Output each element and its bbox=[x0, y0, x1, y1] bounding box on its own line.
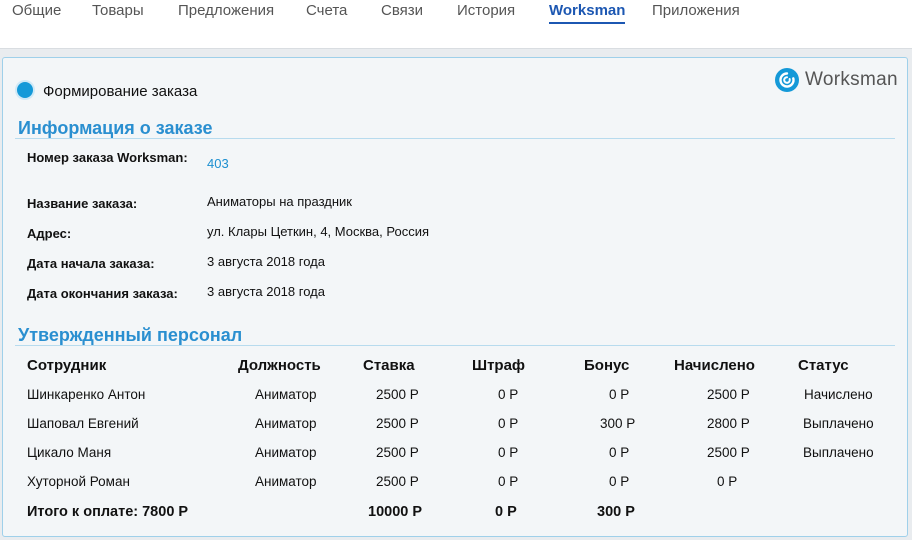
column-header-status: Статус bbox=[798, 357, 849, 374]
position-cell: Аниматор bbox=[255, 474, 317, 489]
address-value: ул. Клары Цеткин, 4, Москва, Россия bbox=[207, 224, 430, 239]
column-header-rate: Ставка bbox=[363, 357, 415, 374]
employee-cell: Шаповал Евгений bbox=[27, 416, 139, 431]
order-number-link[interactable]: 403 bbox=[207, 156, 229, 171]
rate-cell: 2500 Р bbox=[376, 387, 419, 402]
accrued-cell: 0 Р bbox=[717, 474, 738, 489]
rate-cell: 2500 Р bbox=[376, 445, 419, 460]
tab-products[interactable]: Товары bbox=[92, 2, 144, 19]
tab-invoices[interactable]: Счета bbox=[306, 2, 347, 19]
column-header-position: Должность bbox=[238, 357, 321, 374]
status-cell: Выплачено bbox=[803, 416, 874, 431]
tab-attachments[interactable]: Приложения bbox=[652, 2, 740, 19]
order-number-label: Номер заказа Worksman: bbox=[27, 150, 188, 165]
end-date-label: Дата окончания заказа: bbox=[27, 286, 178, 301]
column-header-penalty: Штраф bbox=[472, 357, 526, 374]
worksman-logo-text: Worksman bbox=[805, 69, 898, 90]
order-info-divider bbox=[15, 138, 895, 139]
worksman-logo-icon bbox=[775, 68, 799, 92]
employee-cell: Шинкаренко Антон bbox=[27, 387, 146, 402]
worksman-logo: Worksman bbox=[775, 67, 898, 95]
start-date-value: 3 августа 2018 года bbox=[207, 254, 325, 269]
penalty-cell: 0 Р bbox=[498, 445, 519, 460]
total-rate: 10000 Р bbox=[368, 504, 423, 520]
employee-cell: Хуторной Роман bbox=[27, 474, 130, 489]
accrued-cell: 2500 Р bbox=[707, 387, 750, 402]
total-bonus: 300 Р bbox=[597, 504, 635, 520]
tab-worksman[interactable]: Worksman bbox=[549, 2, 626, 24]
position-cell: Аниматор bbox=[255, 416, 317, 431]
penalty-cell: 0 Р bbox=[498, 474, 519, 489]
penalty-cell: 0 Р bbox=[498, 387, 519, 402]
bonus-cell: 300 Р bbox=[600, 416, 636, 431]
form-radio-button[interactable] bbox=[17, 82, 33, 98]
employee-cell: Цикало Маня bbox=[27, 445, 112, 460]
order-name-value: Аниматоры на праздник bbox=[207, 194, 352, 209]
order-name-label: Название заказа: bbox=[27, 196, 138, 211]
end-date-value: 3 августа 2018 года bbox=[207, 284, 325, 299]
tab-history[interactable]: История bbox=[457, 2, 515, 19]
column-header-employee: Сотрудник bbox=[27, 357, 107, 374]
order-info-title: Информация о заказе bbox=[18, 118, 213, 138]
penalty-cell: 0 Р bbox=[498, 416, 519, 431]
rate-cell: 2500 Р bbox=[376, 416, 419, 431]
tab-worksman-label: Worksman bbox=[549, 2, 626, 19]
accrued-cell: 2800 Р bbox=[707, 416, 750, 431]
rate-cell: 2500 Р bbox=[376, 474, 419, 489]
column-header-bonus: Бонус bbox=[584, 357, 630, 374]
status-cell: Начислено bbox=[804, 387, 873, 402]
worksman-panel: Формирование заказа Worksman Информация … bbox=[2, 57, 908, 537]
staff-divider bbox=[15, 345, 895, 346]
status-cell: Выплачено bbox=[803, 445, 874, 460]
bonus-cell: 0 Р bbox=[609, 445, 630, 460]
form-label: Формирование заказа bbox=[43, 83, 198, 100]
bonus-cell: 0 Р bbox=[609, 474, 630, 489]
active-tab-underline bbox=[549, 22, 626, 24]
accrued-cell: 2500 Р bbox=[707, 445, 750, 460]
start-date-label: Дата начала заказа: bbox=[27, 256, 155, 271]
tab-links[interactable]: Связи bbox=[381, 2, 423, 19]
column-header-accrued: Начислено bbox=[674, 357, 755, 374]
position-cell: Аниматор bbox=[255, 387, 317, 402]
staff-title: Утвержденный персонал bbox=[18, 325, 243, 345]
tab-general[interactable]: Общие bbox=[12, 2, 61, 19]
total-penalty: 0 Р bbox=[495, 504, 517, 520]
tab-bar: Общие Товары Предложения Счета Связи Ист… bbox=[0, 0, 912, 49]
tab-offers[interactable]: Предложения bbox=[178, 2, 274, 19]
total-payable: Итого к оплате: 7800 Р bbox=[27, 504, 189, 520]
address-label: Адрес: bbox=[27, 226, 72, 241]
position-cell: Аниматор bbox=[255, 445, 317, 460]
bonus-cell: 0 Р bbox=[609, 387, 630, 402]
